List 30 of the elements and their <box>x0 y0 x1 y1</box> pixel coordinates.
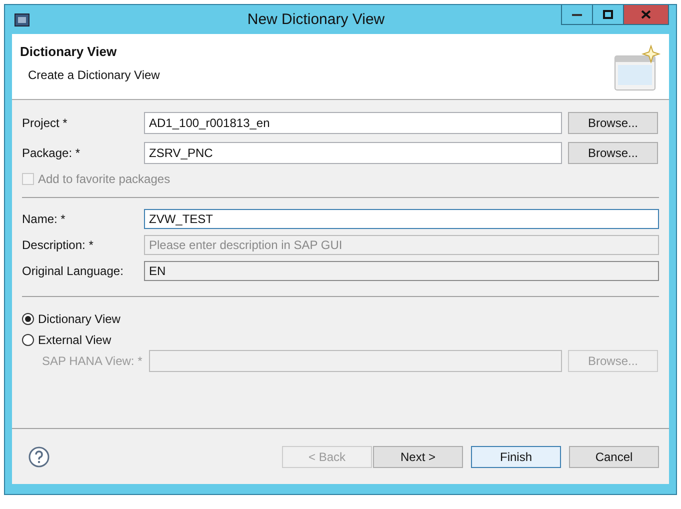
browse-button[interactable]: Browse... <box>568 142 658 164</box>
radio-label: Dictionary View <box>38 312 120 326</box>
window-title: New Dictionary View <box>246 11 386 28</box>
field-label: Name: * <box>22 212 66 226</box>
close-button[interactable] <box>623 5 669 25</box>
minimize-icon <box>572 12 582 16</box>
field-label: SAP HANA View: * <box>41 354 144 368</box>
page-subtitle: Create a Dictionary View <box>28 68 160 82</box>
input-field[interactable]: EN <box>144 261 659 281</box>
radio-label: External View <box>38 332 112 346</box>
help-icon[interactable] <box>28 446 50 468</box>
field-label: Project * <box>22 116 68 130</box>
minimize-button[interactable] <box>561 5 593 25</box>
input-field[interactable]: AD1_100_r001813_en <box>144 112 562 134</box>
dialog-button[interactable]: Next > <box>373 446 463 468</box>
radio-button[interactable] <box>22 334 34 346</box>
app-icon <box>14 12 30 28</box>
field-label: Description: * <box>22 238 94 252</box>
field-label: Package: * <box>22 146 82 160</box>
radio-button[interactable] <box>22 312 34 324</box>
checkbox-label: Add to favorite packages <box>38 172 170 186</box>
maximize-icon <box>603 10 613 19</box>
field-label: Original Language: <box>22 264 124 278</box>
close-icon <box>641 10 651 19</box>
input-field[interactable]: ZVW_TEST <box>144 209 659 229</box>
browse-button[interactable]: Browse... <box>568 112 658 134</box>
dialog-button[interactable]: Finish <box>471 446 561 468</box>
dialog-button[interactable]: Cancel <box>569 446 659 468</box>
input-field[interactable]: ZSRV_PNC <box>144 142 562 164</box>
page-title: Dictionary View <box>20 44 118 59</box>
